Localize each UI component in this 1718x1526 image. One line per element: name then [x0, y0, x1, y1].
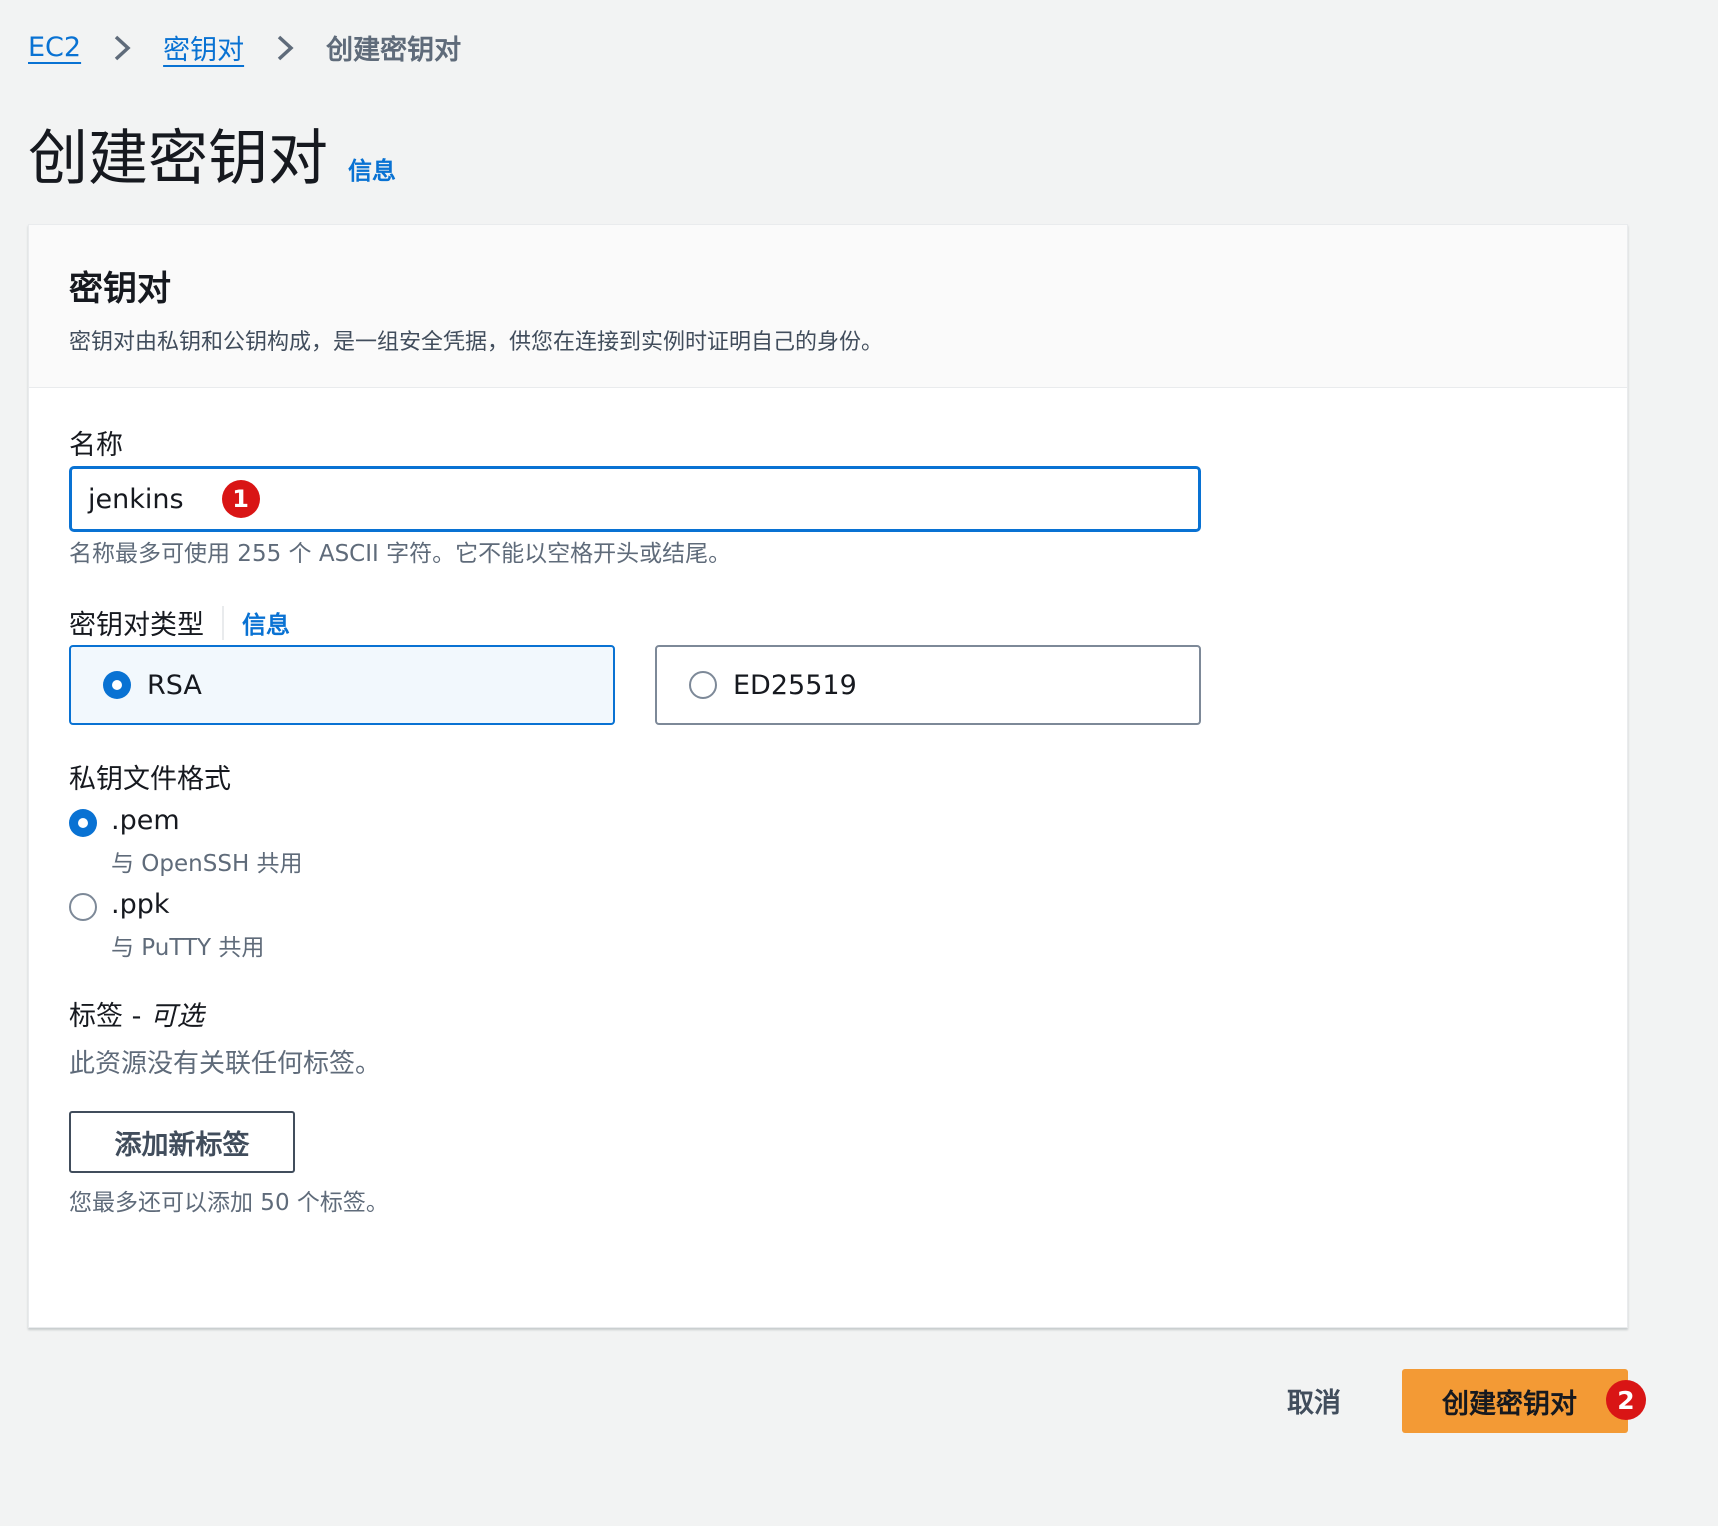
panel-header: 密钥对 密钥对由私钥和公钥构成，是一组安全凭据，供您在连接到实例时证明自己的身份…: [29, 225, 1627, 388]
file-format-label: 私钥文件格式: [69, 764, 231, 795]
key-type-info-link[interactable]: 信息: [242, 605, 290, 640]
panel-description: 密钥对由私钥和公钥构成，是一组安全凭据，供您在连接到实例时证明自己的身份。: [69, 330, 884, 355]
file-format-pem-option[interactable]: .pem 与 OpenSSH 共用: [69, 805, 303, 878]
radio-selected-icon: [103, 671, 131, 699]
radio-unselected-icon[interactable]: [69, 893, 97, 921]
chevron-right-icon: [103, 29, 141, 67]
key-type-rsa-label: RSA: [147, 669, 202, 701]
tags-limit-text: 您最多还可以添加 50 个标签。: [69, 1190, 389, 1216]
create-key-pair-button[interactable]: 创建密钥对 2: [1402, 1369, 1646, 1433]
step-badge-2: 2: [1606, 1380, 1646, 1420]
pem-label: .pem: [111, 805, 180, 836]
panel-title: 密钥对: [69, 269, 171, 309]
key-pair-panel: 密钥对 密钥对由私钥和公钥构成，是一组安全凭据，供您在连接到实例时证明自己的身份…: [28, 224, 1628, 1328]
key-type-ed25519-tile[interactable]: ED25519: [655, 645, 1201, 725]
breadcrumb-ec2-link[interactable]: EC2: [28, 32, 81, 63]
ppk-label: .ppk: [111, 889, 170, 920]
step-badge-1: 1: [221, 480, 260, 518]
breadcrumb-key-pairs-link[interactable]: 密钥对: [163, 28, 244, 67]
add-new-tag-button[interactable]: 添加新标签: [69, 1111, 295, 1173]
tags-label: 标签 - 可选: [69, 994, 204, 1033]
file-format-ppk-option[interactable]: .ppk 与 PuTTY 共用: [69, 889, 264, 962]
breadcrumb: EC2 密钥对 创建密钥对: [28, 28, 461, 67]
chevron-right-icon: [266, 29, 304, 67]
tags-optional-text: 可选: [149, 1001, 204, 1032]
breadcrumb-current: 创建密钥对: [326, 35, 462, 66]
cancel-button[interactable]: 取消: [1268, 1378, 1360, 1422]
name-hint: 名称最多可使用 255 个 ASCII 字符。它不能以空格开头或结尾。: [69, 541, 732, 567]
pem-description: 与 OpenSSH 共用: [111, 851, 303, 877]
ppk-description: 与 PuTTY 共用: [111, 935, 265, 961]
name-input-value: jenkins: [88, 483, 184, 515]
create-key-pair-button-label: 创建密钥对: [1442, 1388, 1577, 1420]
name-input[interactable]: jenkins 1: [69, 466, 1201, 532]
key-type-label: 密钥对类型: [69, 610, 204, 641]
key-type-rsa-tile[interactable]: RSA: [69, 645, 615, 725]
radio-selected-icon[interactable]: [69, 809, 97, 837]
radio-unselected-icon: [689, 671, 717, 699]
label-divider: [222, 605, 224, 640]
page-header: 创建密钥对 信息: [28, 110, 396, 197]
tags-label-text: 标签 -: [69, 1001, 150, 1032]
page-info-link[interactable]: 信息: [348, 151, 396, 186]
tags-empty-text: 此资源没有关联任何标签。: [69, 1049, 382, 1079]
page-title: 创建密钥对: [28, 124, 328, 194]
key-type-label-row: 密钥对类型 信息: [69, 603, 290, 642]
key-type-ed25519-label: ED25519: [733, 669, 857, 701]
name-label: 名称: [69, 430, 123, 461]
